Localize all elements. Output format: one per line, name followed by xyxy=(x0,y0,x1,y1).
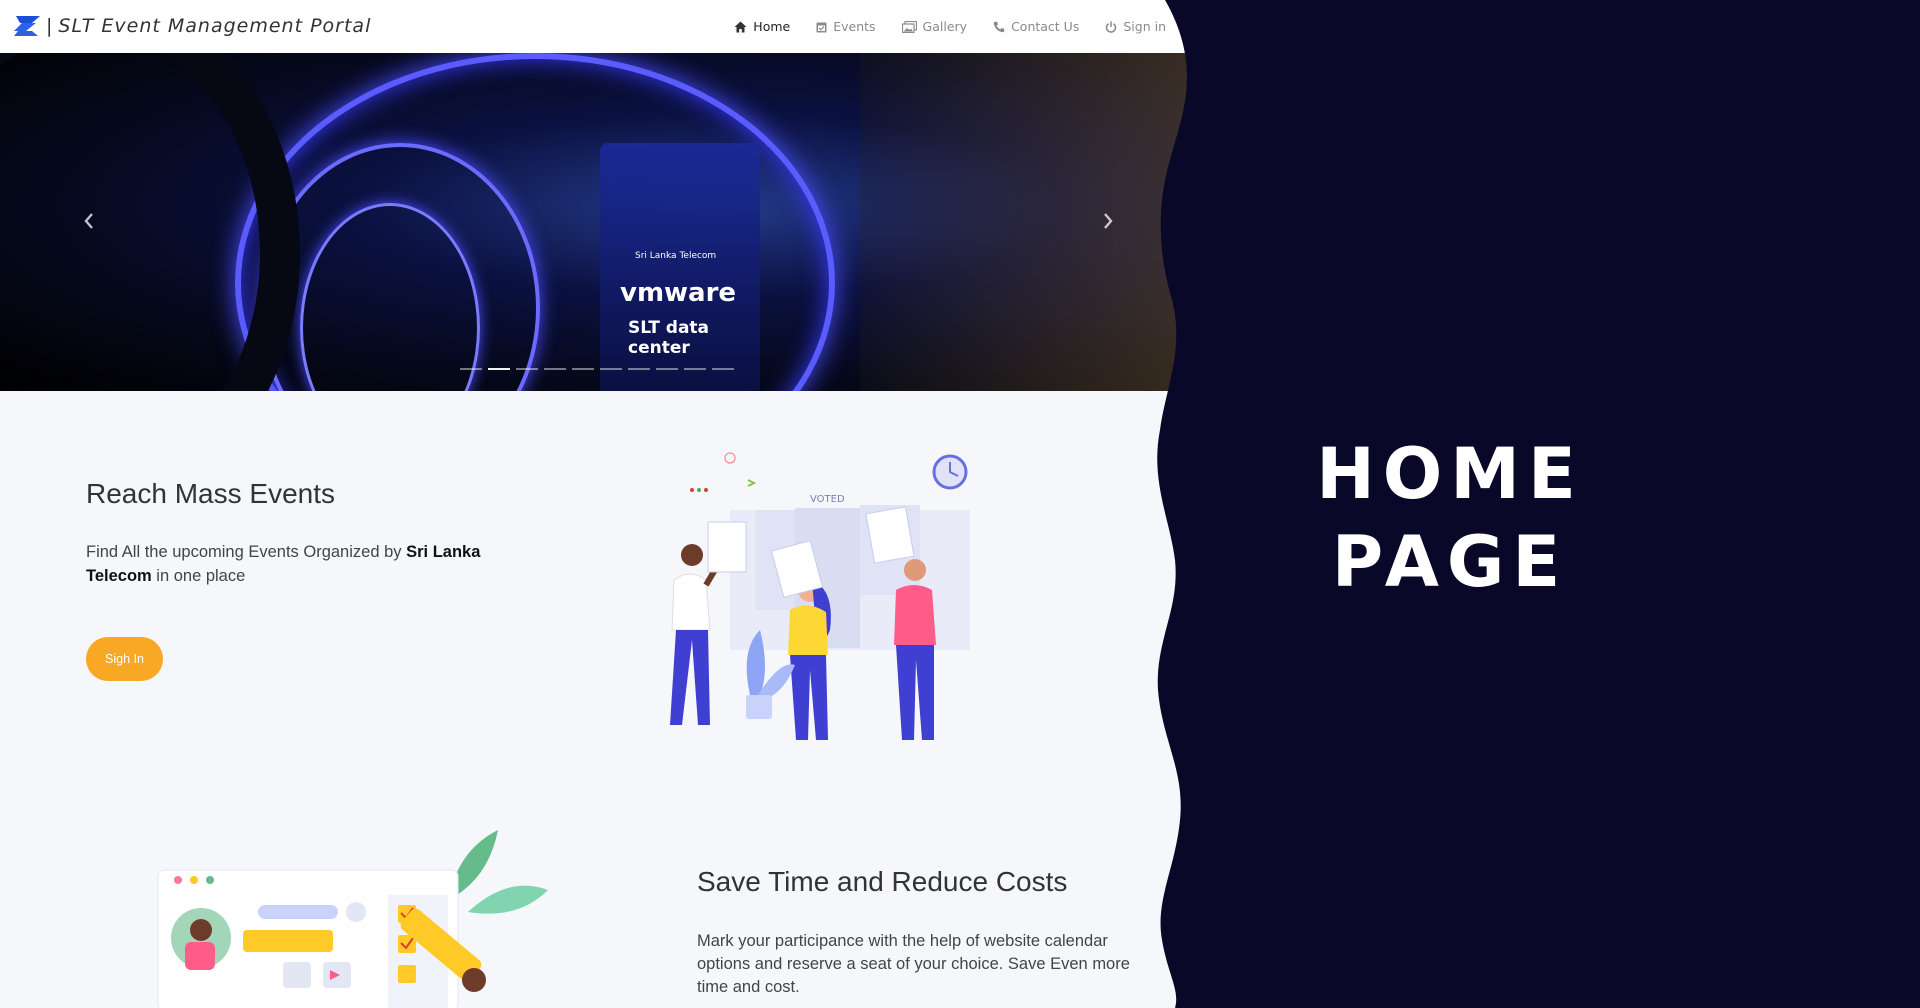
power-icon xyxy=(1105,21,1117,33)
voting-illustration: VOTED xyxy=(630,440,1020,770)
brand[interactable]: | SLT Event Management Portal xyxy=(12,12,371,40)
section1-title: Reach Mass Events xyxy=(86,478,335,509)
hero-brand-text: Sri Lanka Telecom xyxy=(635,251,717,261)
section1-desc-text: in one place xyxy=(151,567,246,585)
nav-signin[interactable]: Sign in xyxy=(1105,19,1166,34)
hero-brand-text: SLT data center xyxy=(628,318,710,358)
signin-button[interactable]: Sigh In xyxy=(86,637,163,681)
section1-desc-text: Find All the upcoming Events Organized b… xyxy=(86,543,407,561)
schedule-illustration xyxy=(88,820,558,1008)
gallery-icon xyxy=(901,20,917,33)
carousel-indicator[interactable] xyxy=(600,368,622,370)
carousel-indicator[interactable] xyxy=(488,368,510,370)
voted-label: VOTED xyxy=(810,494,845,505)
carousel-indicator[interactable] xyxy=(712,368,734,370)
carousel-indicator[interactable] xyxy=(516,368,538,370)
carousel-indicator[interactable] xyxy=(656,368,678,370)
slt-logo-icon xyxy=(12,14,42,38)
banner-title-line: HOME xyxy=(1316,433,1584,515)
nav-home-label: Home xyxy=(753,19,791,34)
banner-title-line: PAGE xyxy=(1331,521,1569,603)
section2-title: Save Time and Reduce Costs xyxy=(697,866,1068,897)
carousel-indicator[interactable] xyxy=(628,368,650,370)
carousel-indicator[interactable] xyxy=(460,368,482,370)
main-nav: Home Events Gallery Contact Us Sign in xyxy=(734,0,1166,53)
chevron-right-icon xyxy=(1103,213,1113,233)
nav-events[interactable]: Events xyxy=(816,19,876,34)
nav-home[interactable]: Home xyxy=(734,19,790,34)
nav-contact-label: Contact Us xyxy=(1011,19,1080,34)
website-screenshot: | SLT Event Management Portal Home Event… xyxy=(0,0,1190,1008)
light-ring xyxy=(0,53,300,391)
nav-contact[interactable]: Contact Us xyxy=(993,19,1079,34)
carousel-indicator[interactable] xyxy=(684,368,706,370)
phone-icon xyxy=(993,21,1005,33)
hero-brand-text: vmware xyxy=(620,278,737,308)
carousel-indicator[interactable] xyxy=(544,368,566,370)
hero-carousel: vmware SLT data center Sri Lanka Telecom xyxy=(0,53,1190,391)
chevron-left-icon xyxy=(84,213,94,233)
calendar-icon xyxy=(816,21,827,33)
carousel-indicators xyxy=(460,368,734,370)
banner-title: HOME PAGE xyxy=(1160,430,1740,606)
nav-gallery-label: Gallery xyxy=(922,19,968,34)
brand-separator: | xyxy=(46,15,53,37)
carousel-next-button[interactable] xyxy=(1093,208,1123,238)
section1-description: Find All the upcoming Events Organized b… xyxy=(86,540,506,588)
carousel-prev-button[interactable] xyxy=(74,208,104,238)
section2-description: Mark your participance with the help of … xyxy=(697,932,1130,996)
brand-title: SLT Event Management Portal xyxy=(58,15,372,37)
nav-signin-label: Sign in xyxy=(1123,19,1166,34)
side-panel xyxy=(860,53,1190,391)
nav-events-label: Events xyxy=(833,19,876,34)
navbar: | SLT Event Management Portal Home Event… xyxy=(0,0,1190,53)
nav-gallery[interactable]: Gallery xyxy=(901,19,968,34)
carousel-indicator[interactable] xyxy=(572,368,594,370)
home-icon xyxy=(734,21,747,33)
